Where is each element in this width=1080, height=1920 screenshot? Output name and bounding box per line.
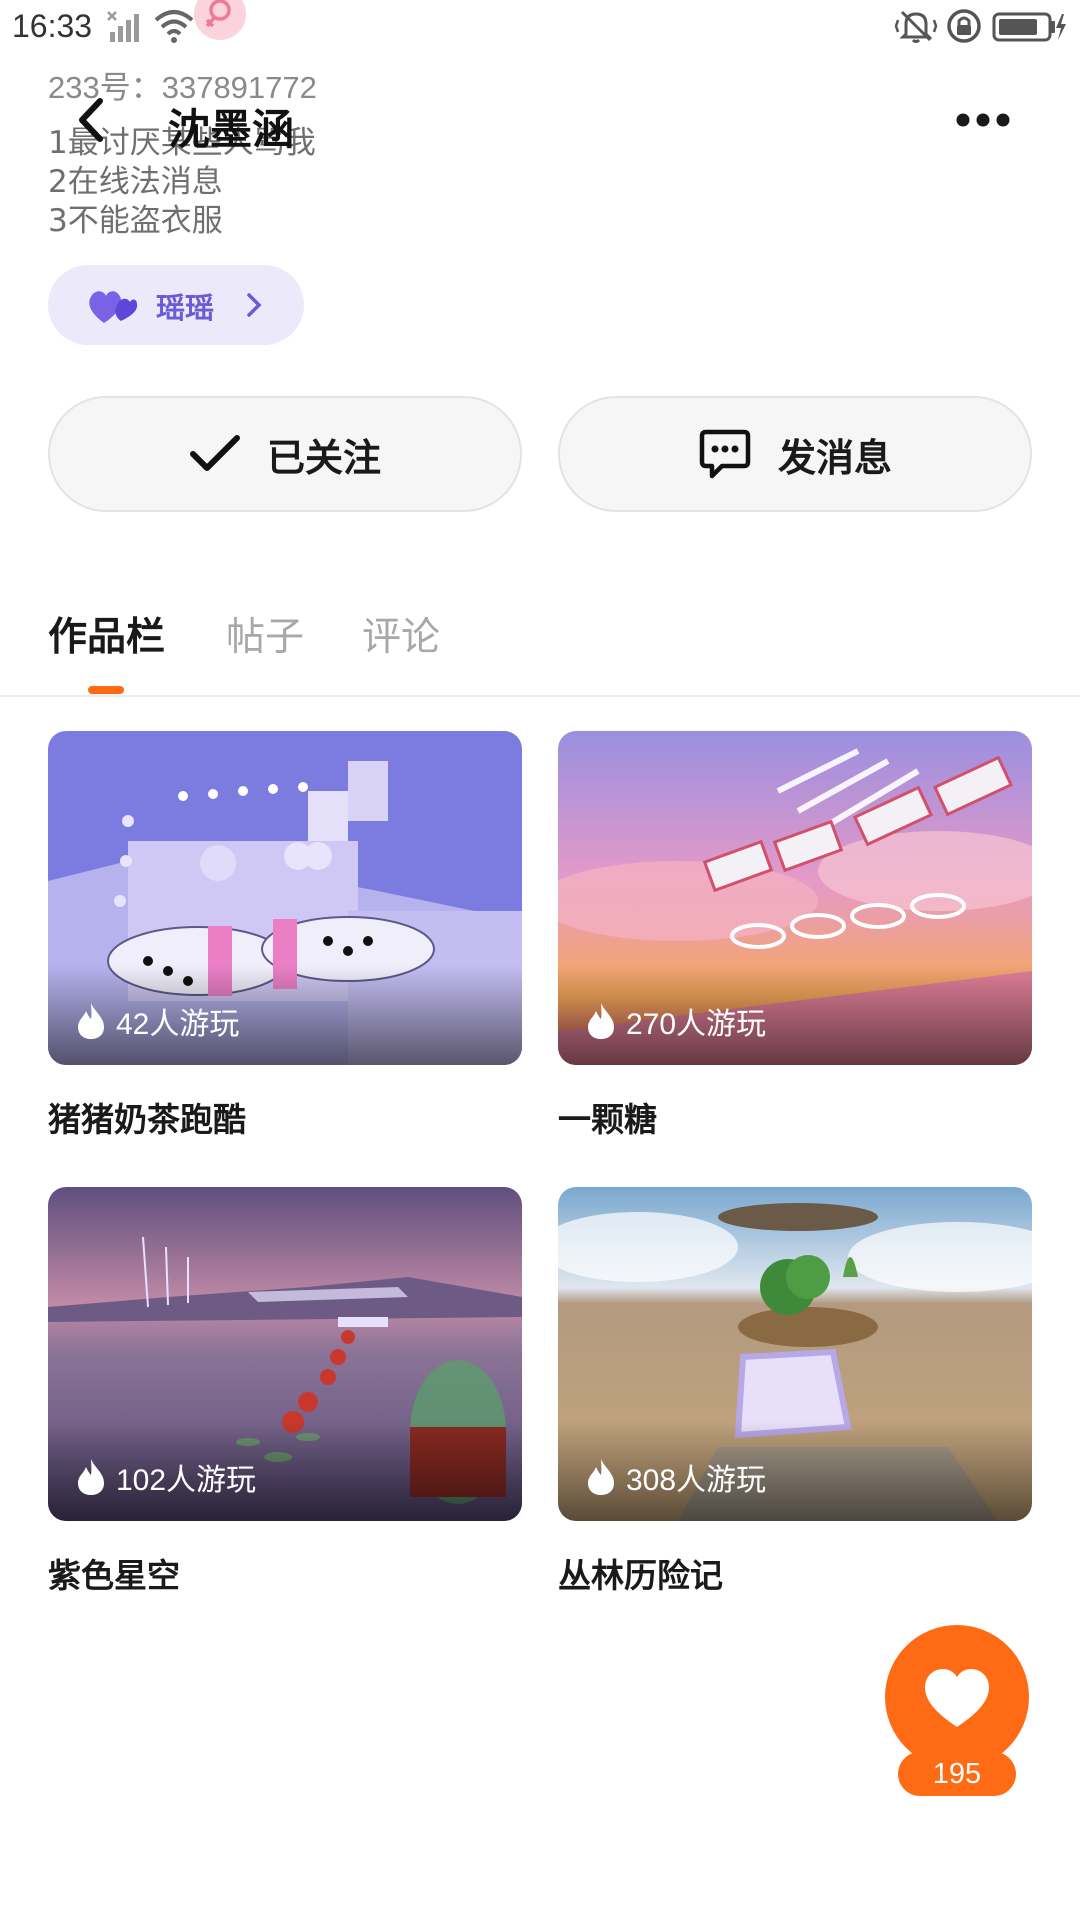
play-count-text: 42人游玩	[116, 1008, 240, 1041]
tab-comments[interactable]: 评论	[362, 606, 440, 662]
flame-icon	[78, 1003, 104, 1039]
chat-bubble-icon	[699, 429, 751, 479]
bio-line-3: 3不能盗衣服	[48, 203, 223, 239]
work-card[interactable]: 102人游玩 紫色星空	[48, 1187, 522, 1597]
tab-active-indicator	[88, 686, 124, 694]
heart-icon	[925, 1669, 989, 1727]
status-time: 16:33	[12, 8, 93, 44]
work-card[interactable]: 42人游玩 猪猪奶茶跑酷	[48, 731, 522, 1141]
play-count: 308人游玩	[584, 1455, 766, 1499]
like-button[interactable]	[885, 1625, 1029, 1769]
tab-divider	[0, 695, 1080, 697]
play-count-text: 308人游玩	[626, 1464, 767, 1497]
play-count-text: 270人游玩	[626, 1008, 767, 1041]
message-button-label: 发消息	[777, 435, 892, 480]
work-thumbnail: 308人游玩	[558, 1187, 1032, 1521]
no-signal-icon	[107, 11, 139, 42]
bio-line-2: 2在线法消息	[48, 164, 223, 200]
work-title: 猪猪奶茶跑酷	[48, 1100, 246, 1139]
work-thumbnail: 102人游玩	[48, 1187, 522, 1521]
female-icon	[205, 0, 231, 28]
message-button[interactable]: 发消息	[558, 396, 1032, 512]
work-thumbnail: 42人游玩	[48, 731, 522, 1065]
back-arrow-icon[interactable]	[72, 95, 116, 145]
battery-icon	[992, 12, 1066, 42]
follow-button[interactable]: 已关注	[48, 396, 522, 512]
rotation-lock-icon	[947, 9, 981, 43]
work-card[interactable]: 308人游玩 丛林历险记	[558, 1187, 1032, 1597]
flame-icon	[588, 1459, 614, 1495]
play-count: 102人游玩	[74, 1455, 256, 1499]
work-thumbnail: 270人游玩	[558, 731, 1032, 1065]
page-title: 沈墨涵	[168, 105, 295, 154]
flame-icon	[588, 1003, 614, 1039]
work-card[interactable]: 270人游玩 一颗糖	[558, 731, 1032, 1141]
more-options-icon[interactable]	[955, 108, 1011, 132]
play-count-text: 102人游玩	[116, 1464, 257, 1497]
relationship-tag[interactable]: 瑶瑶	[48, 265, 304, 345]
double-heart-icon	[89, 291, 138, 323]
female-icon-badge	[194, 0, 246, 40]
play-count: 270人游玩	[584, 999, 766, 1043]
flame-icon	[78, 1459, 104, 1495]
work-title: 紫色星空	[48, 1556, 180, 1595]
work-title: 丛林历险记	[558, 1556, 723, 1595]
play-count: 42人游玩	[74, 999, 239, 1043]
tag-label: 瑶瑶	[156, 291, 215, 325]
wifi-icon	[154, 10, 194, 43]
follow-button-label: 已关注	[266, 435, 381, 480]
tab-posts[interactable]: 帖子	[226, 606, 304, 662]
checkmark-icon	[189, 435, 240, 471]
like-count-badge: 195	[898, 1752, 1016, 1796]
chevron-right-icon	[247, 293, 262, 317]
tab-works[interactable]: 作品栏	[48, 606, 165, 662]
work-title: 一颗糖	[558, 1100, 657, 1139]
vibrate-icon	[894, 10, 938, 43]
